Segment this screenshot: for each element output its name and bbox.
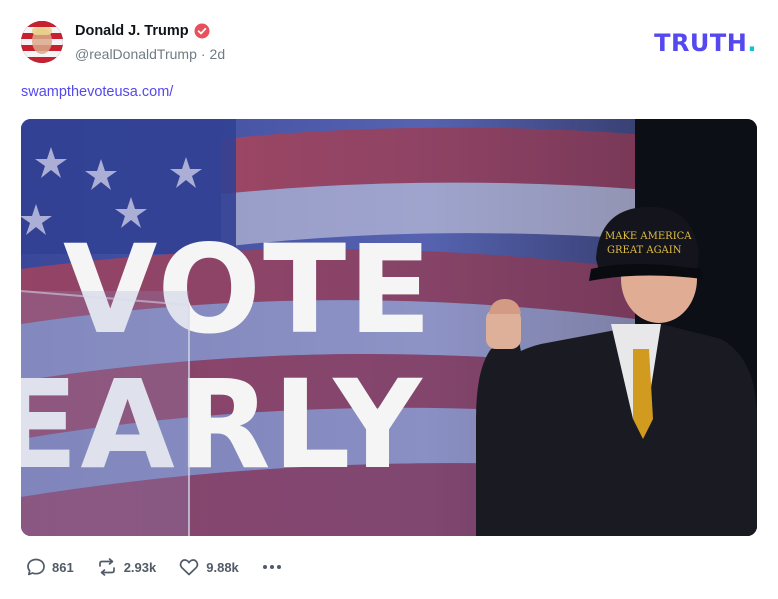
name-row: Donald J. Trump xyxy=(75,23,210,39)
post-header: Donald J. Trump @realDonaldTrump · 2d TR… xyxy=(21,21,757,65)
handle-row: @realDonaldTrump · 2d xyxy=(75,46,225,62)
display-name[interactable]: Donald J. Trump xyxy=(75,23,189,39)
logo-dot: . xyxy=(747,29,757,57)
logo-text: TRUTH xyxy=(654,29,748,57)
heart-icon xyxy=(179,559,199,576)
action-bar: 861 2.93k 9.88k xyxy=(26,557,283,577)
post-link[interactable]: swampthevoteusa.com/ xyxy=(21,84,173,100)
speech-bubble-icon xyxy=(27,558,45,576)
reply-count: 861 xyxy=(52,559,74,575)
post-age[interactable]: 2d xyxy=(210,46,226,62)
like-button[interactable]: 9.88k xyxy=(178,557,239,577)
retruth-count: 2.93k xyxy=(123,559,157,575)
handle[interactable]: @realDonaldTrump xyxy=(75,46,197,62)
avatar-image xyxy=(21,21,63,63)
rally-photo: VOTE EARLY MAKE AMERICA GREAT AGAIN xyxy=(21,119,757,536)
post-image[interactable]: VOTE EARLY MAKE AMERICA GREAT AGAIN xyxy=(21,119,757,536)
retruth-button[interactable]: 2.93k xyxy=(96,557,157,577)
ellipsis-icon xyxy=(262,565,281,569)
truth-logo[interactable]: TRUTH. xyxy=(654,29,757,57)
separator: · xyxy=(200,46,206,62)
verified-badge-icon xyxy=(194,23,210,39)
reply-button[interactable]: 861 xyxy=(26,557,74,577)
avatar[interactable] xyxy=(21,21,63,63)
like-count: 9.88k xyxy=(206,559,239,575)
more-options-button[interactable] xyxy=(261,557,283,577)
repost-arrows-icon xyxy=(98,558,115,576)
